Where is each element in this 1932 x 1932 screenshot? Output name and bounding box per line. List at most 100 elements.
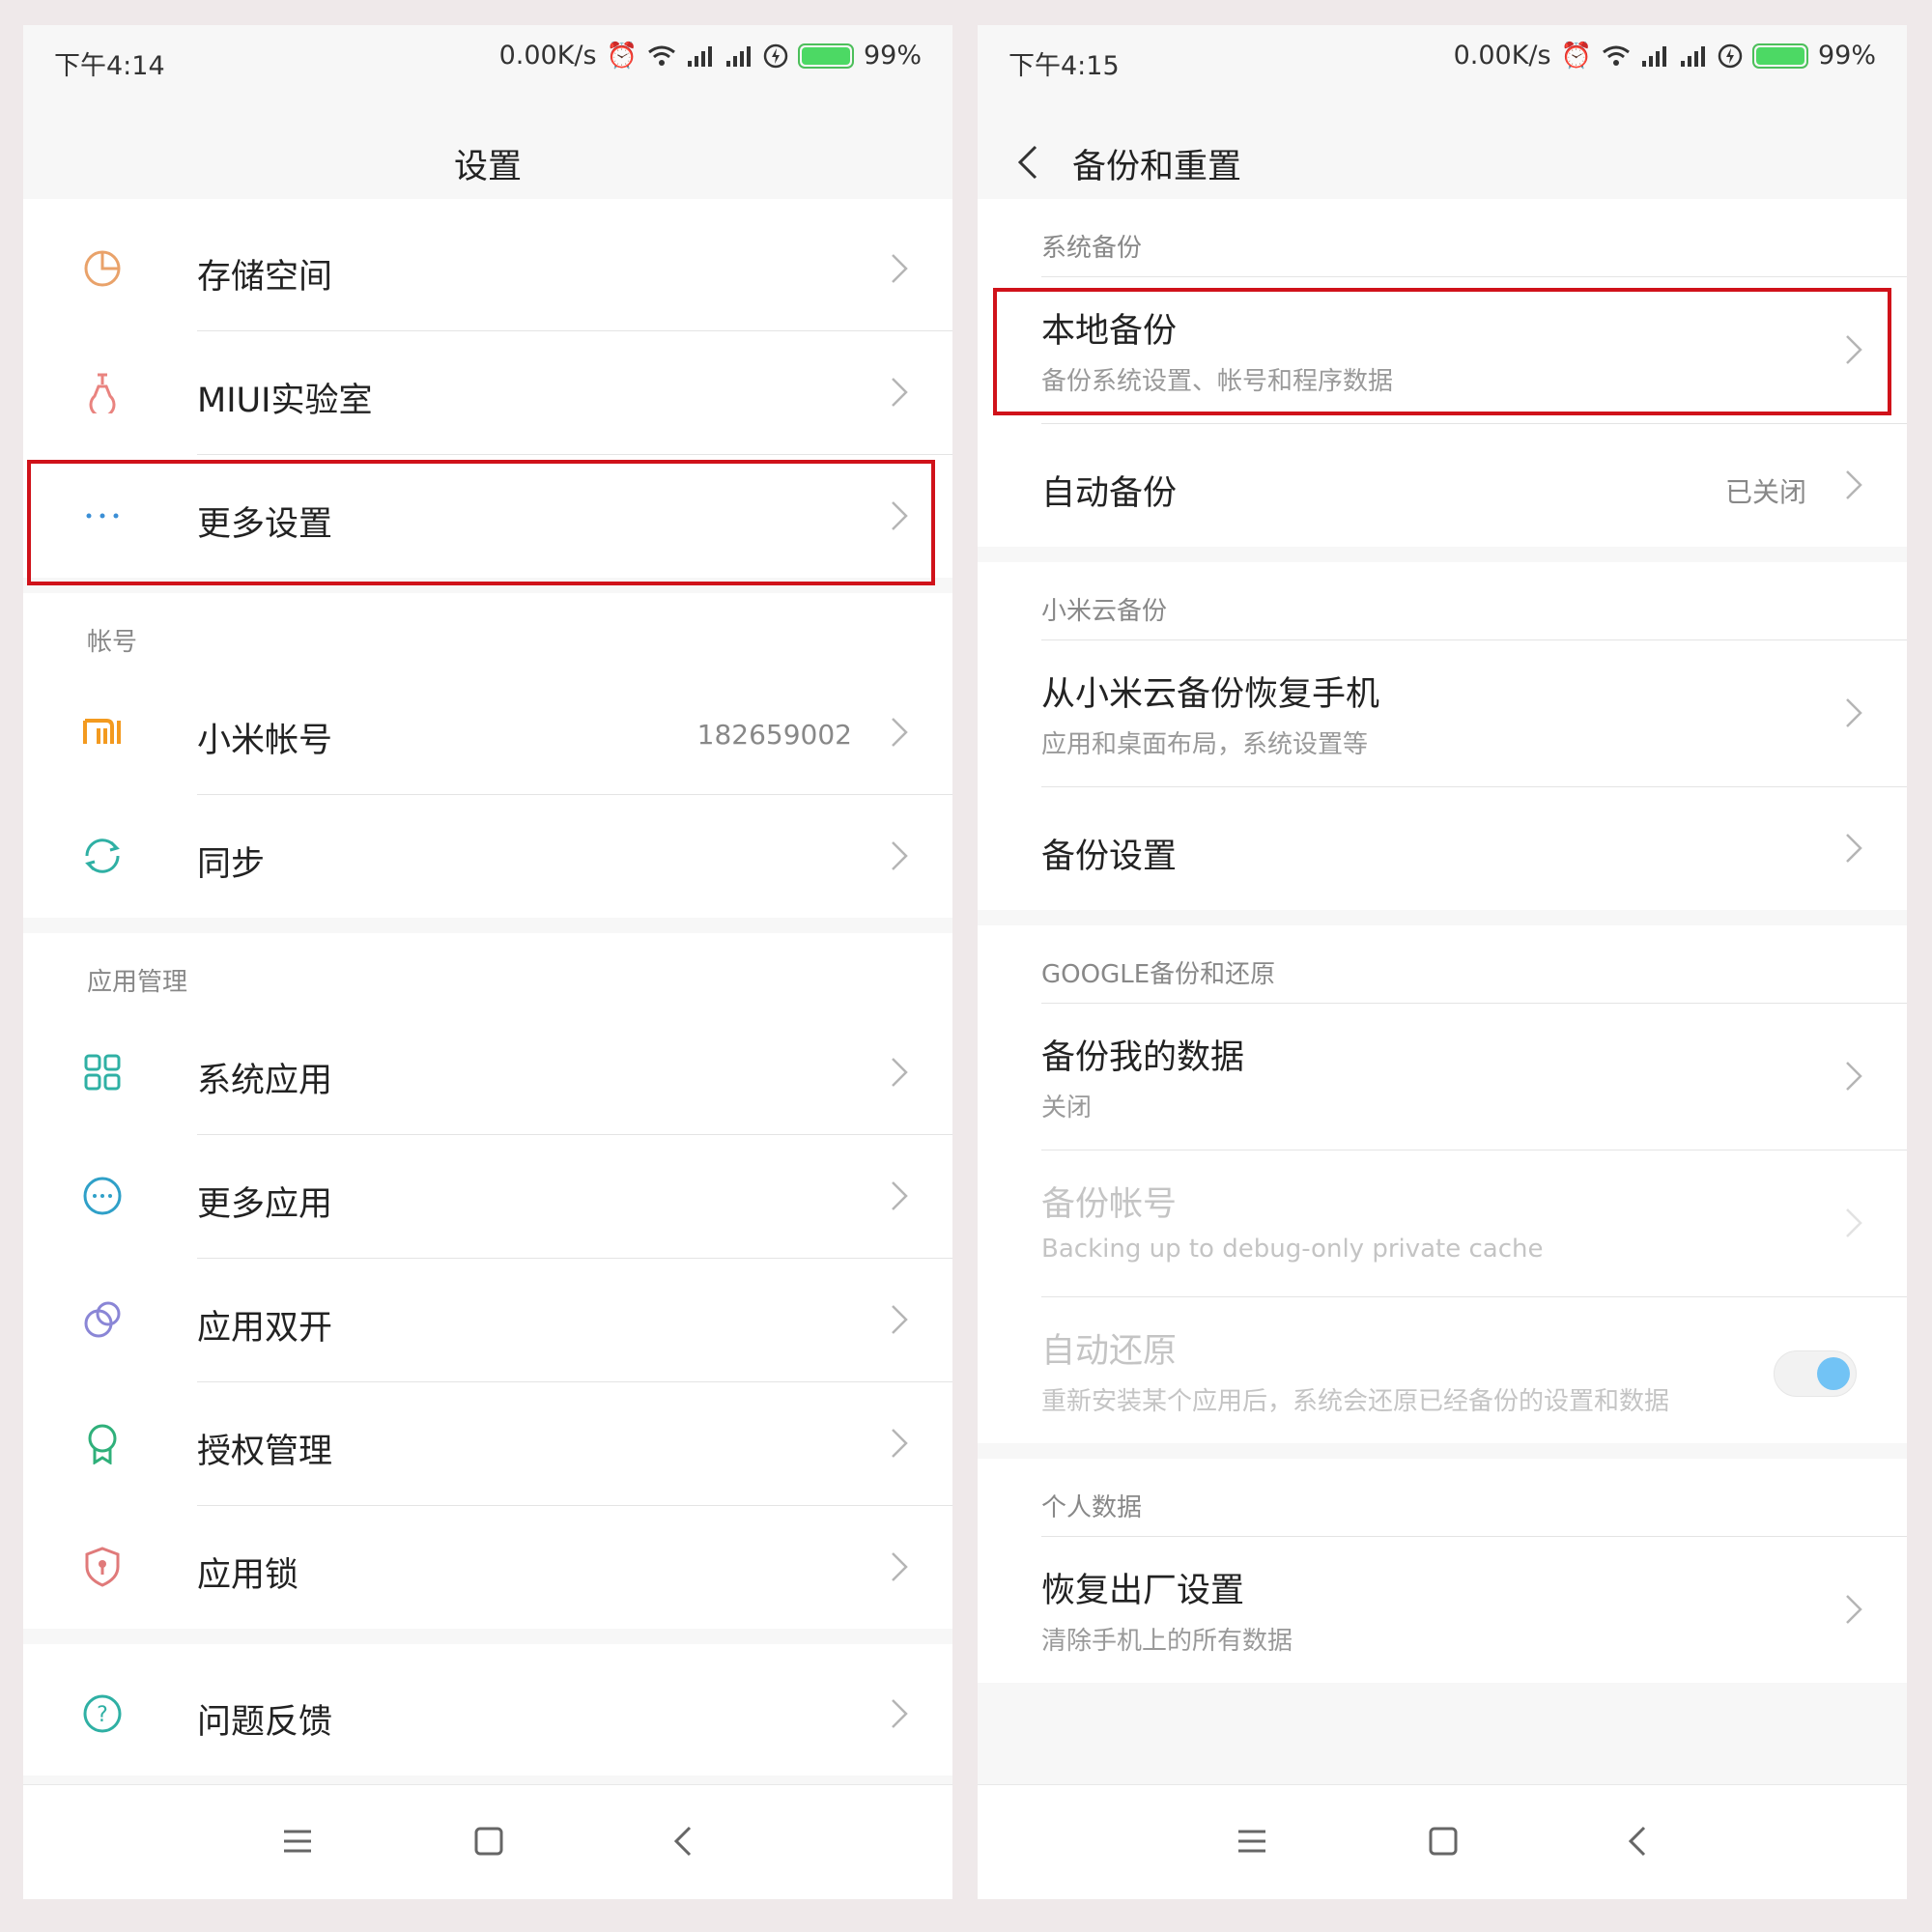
status-bar: 下午4:14 0.00K/s ⏰ 99% (23, 25, 952, 93)
section-header-cloud-backup: 小米云备份 (1041, 597, 1168, 626)
item-subtitle: 关闭 (1041, 1094, 1093, 1122)
menu-icon[interactable] (1233, 1822, 1271, 1861)
settings-item-label: 应用双开 (197, 1309, 333, 1348)
item-subtitle: 应用和桌面布局，系统设置等 (1041, 730, 1369, 759)
auto-restore-toggle[interactable] (1774, 1350, 1857, 1397)
settings-item-label: 授权管理 (197, 1433, 333, 1471)
chevron-right-icon (1846, 834, 1862, 863)
settings-item-sync[interactable]: 同步 (23, 794, 952, 918)
settings-item-mi-account[interactable]: 小米帐号 182659002 (23, 670, 952, 794)
group-app-management: 应用管理 系统应用 更多应用 应用双开 授权管理 应用锁 (23, 933, 952, 1629)
chevron-right-icon (892, 1058, 908, 1087)
page-title: 设置 (453, 148, 522, 186)
settings-item-label: 更多应用 (197, 1185, 333, 1224)
menu-icon[interactable] (278, 1822, 317, 1861)
item-backup-account: 备份帐号 Backing up to debug-only private ca… (978, 1150, 1907, 1296)
settings-item-label: 系统应用 (197, 1062, 333, 1100)
settings-item-label: 小米帐号 (197, 722, 333, 760)
item-label: 自动还原 (1041, 1332, 1178, 1371)
chevron-right-icon (892, 1699, 908, 1728)
signal-icon-2 (1680, 45, 1705, 67)
wifi-icon (1603, 45, 1630, 66)
item-label: 备份设置 (1041, 838, 1178, 876)
back-nav-icon[interactable] (665, 1822, 703, 1861)
settings-item-label: 问题反馈 (197, 1703, 333, 1742)
item-subtitle: 重新安装某个应用后，系统会还原已经备份的设置和数据 (1041, 1387, 1670, 1416)
more-circle-icon (83, 1177, 122, 1215)
question-circle-icon: ? (83, 1694, 122, 1733)
chevron-right-icon (892, 841, 908, 870)
settings-item-miui-lab[interactable]: MIUI实验室 (23, 330, 952, 454)
battery-percent: 99% (863, 41, 922, 71)
storage-pie-icon (84, 250, 121, 287)
item-backup-my-data[interactable]: 备份我的数据 关闭 (978, 1003, 1907, 1150)
section-header-google-backup: GOOGLE备份和还原 (1041, 960, 1276, 989)
settings-item-label: 应用锁 (197, 1556, 299, 1595)
wifi-icon (648, 45, 675, 66)
section-header-personal-data: 个人数据 (1041, 1493, 1143, 1522)
navigation-bar (23, 1784, 952, 1899)
chevron-right-icon (892, 1181, 908, 1210)
status-time: 下午4:15 (1009, 51, 1120, 81)
chevron-right-icon (1846, 470, 1862, 499)
account-id: 182659002 (696, 719, 852, 751)
group-google-backup: GOOGLE备份和还原 备份我的数据 关闭 备份帐号 Backing up to… (978, 925, 1907, 1443)
battery-icon (797, 43, 854, 69)
settings-item-label: 同步 (197, 845, 266, 884)
dual-circle-icon (84, 1301, 121, 1338)
settings-screen: 下午4:14 0.00K/s ⏰ 99% 设置 存储空间 MIUI实验室 更多设… (23, 25, 952, 1899)
charging-icon (1718, 43, 1743, 68)
home-icon[interactable] (469, 1822, 508, 1861)
alarm-icon: ⏰ (606, 41, 638, 71)
item-label: 从小米云备份恢复手机 (1041, 675, 1380, 714)
settings-item-dual-apps[interactable]: 应用双开 (23, 1258, 952, 1381)
highlight-box (27, 460, 935, 585)
flask-icon (89, 373, 116, 413)
item-subtitle: 清除手机上的所有数据 (1041, 1627, 1293, 1656)
chevron-right-icon (892, 1552, 908, 1581)
settings-item-permissions[interactable]: 授权管理 (23, 1381, 952, 1505)
sync-icon (85, 838, 120, 873)
home-icon[interactable] (1424, 1822, 1463, 1861)
section-header-account: 帐号 (87, 628, 138, 657)
settings-item-feedback[interactable]: ? 问题反馈 (23, 1652, 952, 1776)
back-arrow-icon[interactable] (1014, 143, 1043, 182)
signal-icon (687, 45, 712, 67)
backup-reset-screen: 下午4:15 0.00K/s ⏰ 99% 备份和重置 系统备份 本地备份 备份系… (978, 25, 1907, 1899)
section-header-system-backup: 系统备份 (1041, 234, 1143, 263)
status-time: 下午4:14 (54, 51, 165, 81)
back-nav-icon[interactable] (1619, 1822, 1658, 1861)
chevron-right-icon (892, 1429, 908, 1458)
chevron-right-icon (1846, 1595, 1862, 1624)
item-auto-backup[interactable]: 自动备份 已关闭 (978, 423, 1907, 547)
item-label: 恢复出厂设置 (1041, 1572, 1245, 1610)
badge-ribbon-icon (88, 1424, 117, 1464)
section-header-apps: 应用管理 (87, 968, 188, 997)
chevron-right-icon (892, 378, 908, 407)
item-label: 备份我的数据 (1041, 1038, 1245, 1077)
item-backup-settings[interactable]: 备份设置 (978, 786, 1907, 910)
settings-item-more-apps[interactable]: 更多应用 (23, 1134, 952, 1258)
item-auto-restore: 自动还原 重新安装某个应用后，系统会还原已经备份的设置和数据 (978, 1296, 1907, 1443)
settings-item-app-lock[interactable]: 应用锁 (23, 1505, 952, 1629)
item-restore-from-cloud[interactable]: 从小米云备份恢复手机 应用和桌面布局，系统设置等 (978, 639, 1907, 786)
chevron-right-icon (892, 1305, 908, 1334)
navigation-bar (978, 1784, 1907, 1899)
chevron-right-icon (892, 718, 908, 747)
settings-item-label: MIUI实验室 (197, 382, 373, 420)
item-factory-reset[interactable]: 恢复出厂设置 清除手机上的所有数据 (978, 1536, 1907, 1683)
mi-logo-icon (83, 719, 121, 744)
network-speed: 0.00K/s (498, 41, 597, 71)
battery-icon (1751, 43, 1808, 69)
page-title: 备份和重置 (1072, 148, 1242, 186)
svg-text:?: ? (97, 1703, 108, 1727)
settings-item-system-apps[interactable]: 系统应用 (23, 1010, 952, 1134)
signal-icon-2 (725, 45, 751, 67)
item-label: 自动备份 (1041, 474, 1178, 513)
item-label: 备份帐号 (1041, 1185, 1178, 1224)
settings-item-storage[interactable]: 存储空间 (23, 207, 952, 330)
alarm-icon: ⏰ (1560, 41, 1592, 71)
shield-lock-icon (85, 1547, 120, 1587)
group-feedback: ? 问题反馈 (23, 1644, 952, 1776)
network-speed: 0.00K/s (1453, 41, 1551, 71)
